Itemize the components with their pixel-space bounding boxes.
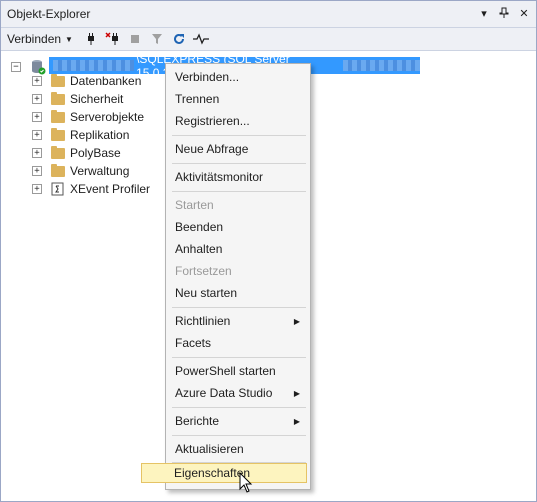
menu-item-disconnect[interactable]: Trennen (168, 89, 308, 109)
expand-icon[interactable]: + (32, 76, 42, 86)
menu-item-label: Aktivitätsmonitor (175, 170, 264, 184)
menu-separator (172, 407, 306, 408)
tree-item-label: Serverobjekte (70, 110, 145, 124)
disconnect-plug-icon[interactable] (105, 31, 121, 47)
tree-item-label: Datenbanken (70, 74, 142, 88)
panel-title: Objekt-Explorer (7, 7, 91, 21)
close-icon[interactable]: ✕ (518, 5, 530, 21)
expand-icon[interactable]: + (32, 166, 42, 176)
tree-item[interactable]: + PolyBase (32, 144, 121, 162)
tree-item-label: Verwaltung (70, 164, 130, 178)
menu-item-label: Starten (175, 198, 214, 212)
pin-icon[interactable] (498, 5, 510, 21)
connect-dropdown-button[interactable]: Verbinden ▼ (7, 32, 73, 46)
connect-plug-icon[interactable] (83, 31, 99, 47)
tree-item-label: Replikation (70, 128, 130, 142)
folder-icon (51, 109, 65, 123)
stop-icon[interactable] (127, 31, 143, 47)
menu-item-label: Verbinden... (175, 70, 240, 84)
menu-item-new-query[interactable]: Neue Abfrage (168, 139, 308, 159)
menu-item-stop[interactable]: Beenden (168, 217, 308, 237)
expand-icon[interactable]: + (32, 112, 42, 122)
tree-item[interactable]: + Serverobjekte (32, 108, 144, 126)
explorer-toolbar: Verbinden ▼ (1, 28, 536, 51)
tree-item-label: XEvent Profiler (70, 182, 151, 196)
tree-item[interactable]: + Sicherheit (32, 90, 123, 108)
collapse-icon[interactable]: − (11, 62, 21, 72)
menu-separator (172, 135, 306, 136)
panel-title-bar: Objekt-Explorer ▾ ✕ (1, 1, 536, 28)
expand-icon[interactable]: + (32, 148, 42, 158)
menu-item-pause[interactable]: Anhalten (168, 239, 308, 259)
menu-item-label: Fortsetzen (175, 264, 232, 278)
tree-item-label: Sicherheit (70, 92, 124, 106)
menu-item-facets[interactable]: Facets (168, 333, 308, 353)
menu-item-properties[interactable]: Eigenschaften (141, 463, 307, 483)
submenu-arrow-icon: ▶ (293, 388, 300, 398)
menu-item-register[interactable]: Registrieren... (168, 111, 308, 131)
folder-icon (51, 127, 65, 141)
tree-item[interactable]: + XEvent Profiler (32, 180, 150, 198)
tree-item[interactable]: + Datenbanken (32, 72, 141, 90)
menu-item-restart[interactable]: Neu starten (168, 283, 308, 303)
window-position-dropdown-icon[interactable]: ▾ (478, 5, 490, 21)
menu-item-resume: Fortsetzen (168, 261, 308, 281)
menu-item-label: Trennen (175, 92, 220, 106)
menu-item-azure-data-studio[interactable]: Azure Data Studio ▶ (168, 383, 308, 403)
expand-icon[interactable]: + (32, 184, 42, 194)
tree-item[interactable]: + Replikation (32, 126, 129, 144)
context-menu: Verbinden... Trennen Registrieren... Neu… (141, 63, 311, 490)
tree-item-label: PolyBase (70, 146, 121, 160)
redacted-server-version (342, 60, 420, 71)
menu-item-label: Registrieren... (175, 114, 250, 128)
redacted-server-name (53, 60, 135, 71)
chevron-down-icon: ▼ (65, 34, 73, 44)
mouse-cursor-icon (239, 472, 253, 493)
menu-separator (172, 357, 306, 358)
xevent-icon (51, 182, 65, 196)
menu-item-policies[interactable]: Richtlinien ▶ (168, 311, 308, 331)
connect-label: Verbinden (7, 32, 62, 46)
menu-item-connect[interactable]: Verbinden... (168, 67, 308, 87)
tree-item[interactable]: + Verwaltung (32, 162, 129, 180)
object-explorer-panel: Objekt-Explorer ▾ ✕ Verbinden ▼ − \SQLEX… (0, 0, 537, 502)
menu-item-powershell[interactable]: PowerShell starten (168, 361, 308, 381)
menu-item-start: Starten (168, 195, 308, 215)
menu-separator (172, 163, 306, 164)
expand-icon[interactable]: + (32, 130, 42, 140)
menu-item-label: Beenden (175, 220, 224, 234)
menu-item-label: Neue Abfrage (175, 142, 249, 156)
menu-item-label: Neu starten (175, 286, 238, 300)
expand-icon[interactable]: + (32, 94, 42, 104)
menu-item-reports[interactable]: Berichte ▶ (168, 411, 308, 431)
menu-item-label: Richtlinien (175, 314, 231, 328)
submenu-arrow-icon: ▶ (293, 416, 300, 426)
folder-icon (51, 91, 65, 105)
activity-monitor-icon[interactable] (192, 31, 209, 47)
menu-item-label: Berichte (175, 414, 220, 428)
menu-item-activity-monitor[interactable]: Aktivitätsmonitor (168, 167, 308, 187)
menu-item-label: Anhalten (175, 242, 223, 256)
submenu-arrow-icon: ▶ (293, 316, 300, 326)
menu-separator (172, 191, 306, 192)
menu-separator (172, 435, 306, 436)
folder-icon (51, 73, 65, 87)
menu-separator (172, 307, 306, 308)
menu-item-label: Facets (175, 336, 212, 350)
folder-icon (51, 163, 65, 177)
menu-item-refresh[interactable]: Aktualisieren (168, 439, 308, 459)
folder-icon (51, 145, 65, 159)
menu-item-label: Azure Data Studio (175, 386, 273, 400)
refresh-icon[interactable] (171, 31, 187, 47)
filter-icon[interactable] (149, 31, 165, 47)
menu-item-label: PowerShell starten (175, 364, 276, 378)
menu-item-label: Aktualisieren (175, 442, 244, 456)
